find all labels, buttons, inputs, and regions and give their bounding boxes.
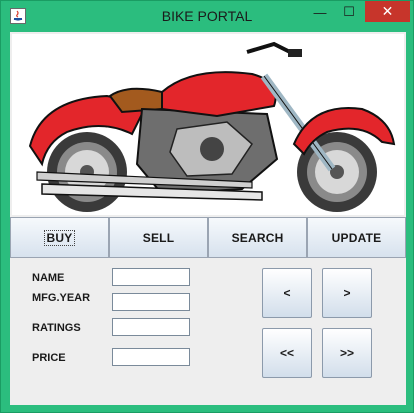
mfg-year-input[interactable] bbox=[112, 293, 190, 311]
ratings-label: RATINGS bbox=[32, 322, 81, 334]
update-button[interactable]: UPDATE bbox=[307, 217, 406, 258]
app-window: BIKE PORTAL — ☐ ✕ BUY SELL SEARCH UPDATE… bbox=[0, 0, 414, 413]
last-button[interactable]: >> bbox=[322, 328, 372, 378]
minimize-button[interactable]: — bbox=[305, 2, 335, 22]
mfg-year-label: MFG.YEAR bbox=[32, 292, 91, 304]
update-button-label: UPDATE bbox=[331, 230, 382, 245]
next-button[interactable]: > bbox=[322, 268, 372, 318]
ratings-input[interactable] bbox=[112, 318, 190, 336]
price-input[interactable] bbox=[112, 348, 190, 366]
buy-button[interactable]: BUY bbox=[10, 217, 109, 258]
content-panel: BUY SELL SEARCH UPDATE NAME MFG.YEAR RAT… bbox=[10, 32, 406, 405]
maximize-button[interactable]: ☐ bbox=[334, 2, 364, 22]
action-tabs: BUY SELL SEARCH UPDATE bbox=[10, 217, 406, 258]
buy-button-label: BUY bbox=[43, 229, 76, 246]
previous-button[interactable]: < bbox=[262, 268, 312, 318]
name-input[interactable] bbox=[112, 268, 190, 286]
bike-image-panel bbox=[12, 34, 404, 215]
search-button[interactable]: SEARCH bbox=[208, 217, 307, 258]
sell-button-label: SELL bbox=[142, 230, 175, 245]
close-button[interactable]: ✕ bbox=[365, 1, 410, 22]
title-bar[interactable]: BIKE PORTAL — ☐ ✕ bbox=[1, 1, 413, 31]
sell-button[interactable]: SELL bbox=[109, 217, 208, 258]
price-label: PRICE bbox=[32, 352, 66, 364]
motorcycle-illustration-icon bbox=[28, 41, 396, 212]
first-button[interactable]: << bbox=[262, 328, 312, 378]
search-button-label: SEARCH bbox=[231, 230, 284, 245]
name-label: NAME bbox=[32, 272, 65, 284]
